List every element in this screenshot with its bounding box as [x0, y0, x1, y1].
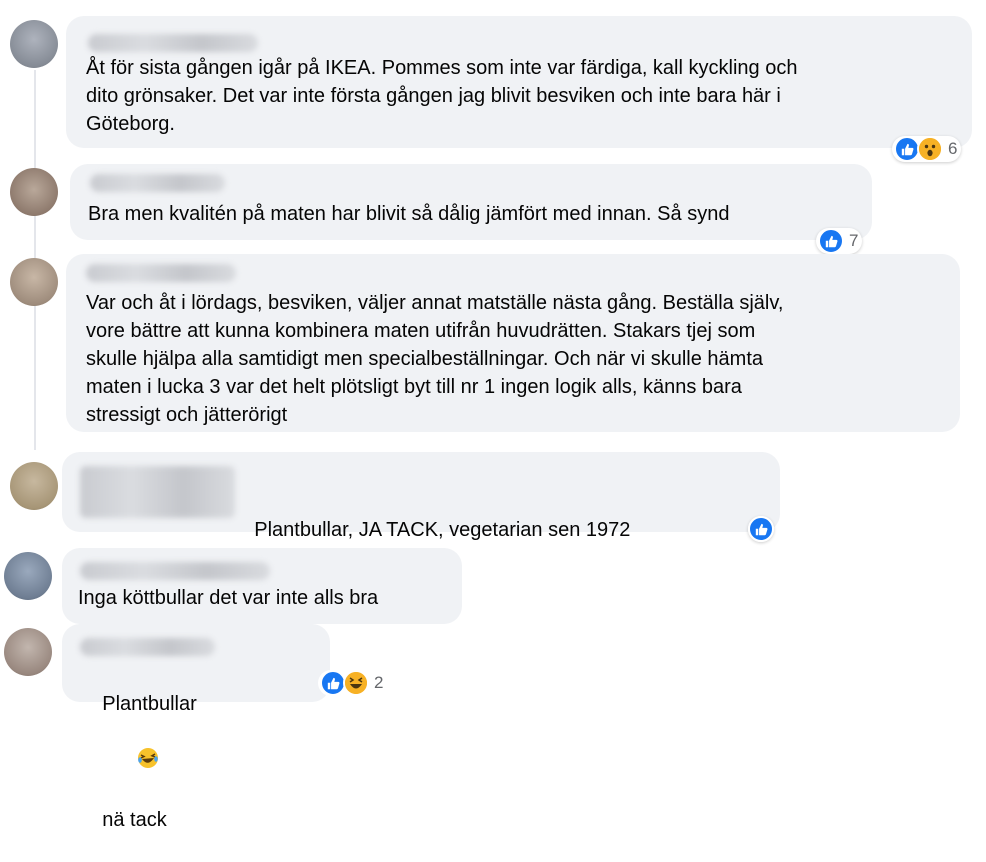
laughing-emoji — [102, 718, 159, 806]
avatar[interactable] — [10, 168, 58, 216]
comment-bubble: Plantbullar, JA TACK, vegetarian sen 197… — [62, 452, 780, 595]
comment-text: Var och åt i lördags, besviken, väljer a… — [86, 292, 784, 426]
commenter-name[interactable] — [90, 174, 225, 192]
reaction-count: 6 — [948, 139, 958, 158]
comment-bubble: Inga köttbullar det var inte alls bra — [62, 548, 462, 624]
avatar[interactable] — [10, 258, 58, 306]
comment-text: Plantbullar nä tack — [80, 662, 197, 862]
reaction-count: 2 — [374, 673, 384, 692]
comment-text-content: Plantbullar, JA TACK, vegetarian sen 197… — [254, 519, 631, 541]
reaction-summary[interactable] — [748, 516, 774, 542]
avatar[interactable] — [10, 462, 58, 510]
comment-text: Bra men kvalitén på maten har blivit så … — [88, 203, 730, 225]
reaction-count: 7 — [849, 231, 859, 250]
comment-text: Inga köttbullar det var inte alls bra — [78, 587, 379, 609]
avatar[interactable] — [10, 20, 58, 68]
commenter-name[interactable] — [80, 638, 215, 656]
comment-bubble: Plantbullar nä tack — [62, 624, 330, 831]
like-icon — [818, 228, 844, 254]
commenter-name[interactable] — [86, 264, 236, 282]
reaction-summary[interactable]: 7 — [816, 228, 863, 254]
reaction-summary[interactable]: 2 — [318, 670, 388, 696]
avatar[interactable] — [4, 552, 52, 600]
commenter-name[interactable] — [88, 34, 258, 52]
comment-bubble: Var och åt i lördags, besviken, väljer a… — [66, 254, 960, 432]
like-icon — [748, 516, 774, 542]
avatar[interactable] — [4, 628, 52, 676]
commenter-name[interactable] — [80, 562, 270, 580]
reaction-summary[interactable]: 6 — [892, 136, 962, 162]
comment-text-content: Plantbullar — [102, 693, 197, 715]
commenter-name[interactable] — [80, 466, 235, 518]
haha-icon — [343, 670, 369, 696]
wow-icon — [917, 136, 943, 162]
comment-bubble: Bra men kvalitén på maten har blivit så … — [70, 164, 872, 240]
comment-bubble: Åt för sista gången igår på IKEA. Pommes… — [66, 16, 972, 148]
comment-text-after: nä tack — [102, 809, 167, 831]
comment-text: Åt för sista gången igår på IKEA. Pommes… — [86, 57, 798, 135]
